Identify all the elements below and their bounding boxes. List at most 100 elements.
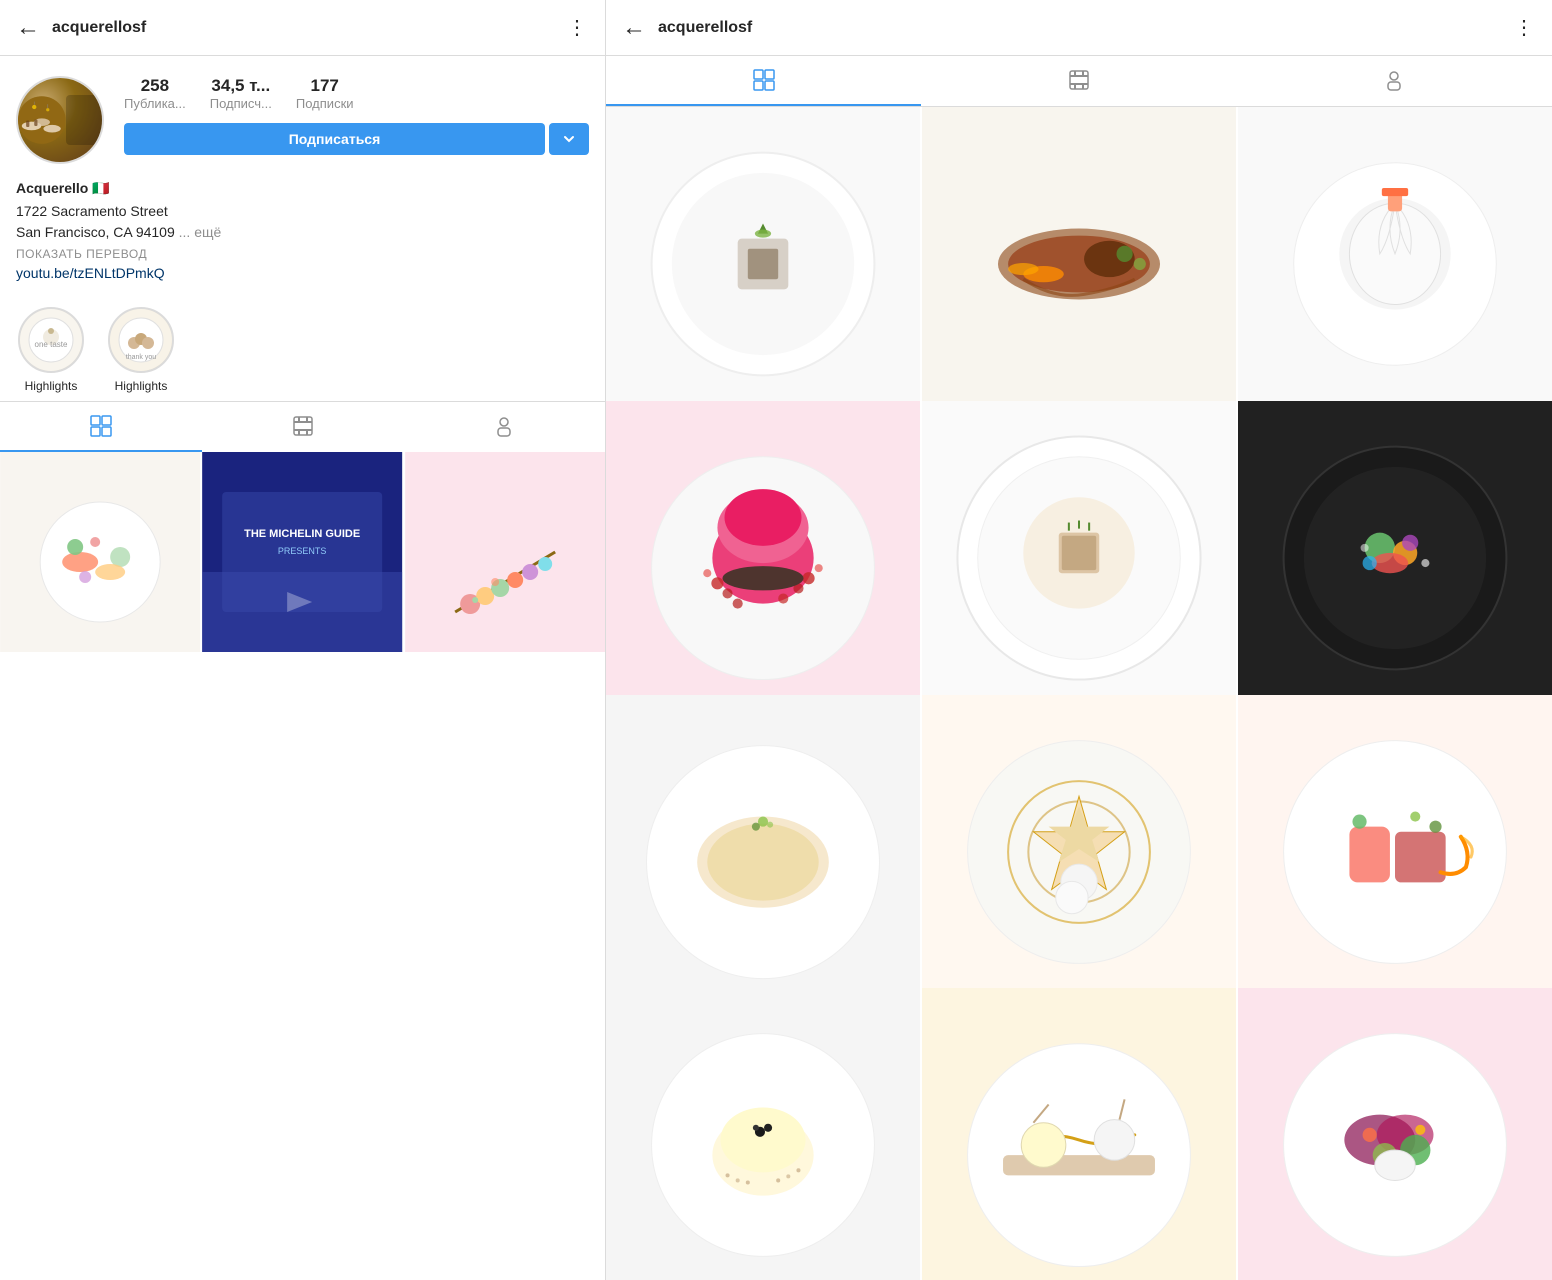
right-food-9 bbox=[1238, 695, 1552, 1009]
username-right: acquerellosf bbox=[658, 19, 1514, 37]
subscribe-button[interactable]: Подписаться bbox=[124, 123, 545, 155]
right-grid-cell-3[interactable] bbox=[1238, 107, 1552, 421]
food-photo-2: THE MICHELIN GUIDE PRESENTS bbox=[202, 452, 402, 652]
tab-reels-left[interactable] bbox=[202, 402, 404, 452]
bio-section: Acquerello 🇮🇹 1722 Sacramento Street San… bbox=[0, 176, 605, 295]
subscribe-row: Подписаться bbox=[124, 123, 589, 155]
right-food-10 bbox=[606, 988, 920, 1280]
highlight-image-1: one taste bbox=[20, 309, 82, 371]
left-photo-grid: THE MICHELIN GUIDE PRESENTS bbox=[0, 452, 605, 652]
stats-container: 258 Публика... 34,5 т... Подписч... 177 … bbox=[124, 76, 589, 155]
tab-grid-left[interactable] bbox=[0, 402, 202, 452]
profile-info: 258 Публика... 34,5 т... Подписч... 177 … bbox=[0, 56, 605, 176]
left-panel: ← acquerellosf ⋮ bbox=[0, 0, 606, 1280]
highlight-image-2: thank you bbox=[110, 309, 172, 371]
back-button-left[interactable]: ← bbox=[16, 14, 40, 42]
following-count: 177 bbox=[311, 76, 339, 96]
followers-label: Подписч... bbox=[210, 96, 272, 111]
right-grid-cell-4[interactable] bbox=[606, 401, 920, 715]
posts-label: Публика... bbox=[124, 96, 186, 111]
tagged-svg-right bbox=[1382, 68, 1406, 92]
tagged-svg-left bbox=[492, 414, 516, 438]
reels-icon-right bbox=[1067, 68, 1091, 92]
reels-icon-left bbox=[291, 414, 315, 438]
right-grid-cell-7[interactable] bbox=[606, 695, 920, 1009]
highlight-item-2[interactable]: thank you Highlights bbox=[106, 307, 176, 393]
right-grid-cell-2[interactable] bbox=[922, 107, 1236, 421]
food-photo-1 bbox=[0, 452, 200, 652]
avatar-image bbox=[18, 78, 102, 162]
left-tab-bar bbox=[0, 401, 605, 452]
left-grid-cell-1[interactable] bbox=[0, 452, 200, 652]
right-food-4 bbox=[606, 401, 920, 715]
highlight-item-1[interactable]: one taste Highlights bbox=[16, 307, 86, 393]
right-grid-cell-12[interactable] bbox=[1238, 988, 1552, 1280]
right-grid-cell-8[interactable] bbox=[922, 695, 1236, 1009]
left-grid-section: THE MICHELIN GUIDE PRESENTS bbox=[0, 452, 605, 1280]
grid-icon-right bbox=[752, 68, 776, 92]
right-tab-bar bbox=[606, 56, 1552, 107]
right-food-12 bbox=[1238, 988, 1552, 1280]
right-food-1 bbox=[606, 107, 920, 421]
grid-svg-left bbox=[89, 414, 113, 438]
svg-text:thank you: thank you bbox=[126, 354, 156, 361]
reels-svg-right bbox=[1067, 68, 1091, 92]
tab-tagged-right[interactable] bbox=[1237, 56, 1552, 106]
svg-text:PRESENTS: PRESENTS bbox=[278, 546, 327, 556]
dropdown-button[interactable] bbox=[549, 123, 589, 155]
right-grid-cell-10[interactable] bbox=[606, 988, 920, 1280]
right-food-7 bbox=[606, 695, 920, 1009]
stat-following[interactable]: 177 Подписки bbox=[296, 76, 354, 111]
tab-tagged-left[interactable] bbox=[403, 402, 605, 452]
back-button-right[interactable]: ← bbox=[622, 14, 646, 42]
right-grid-cell-9[interactable] bbox=[1238, 695, 1552, 1009]
highlights-section: one taste Highlights thank you Highli bbox=[0, 295, 605, 401]
highlight-circle-2: thank you bbox=[108, 307, 174, 373]
tagged-icon-right bbox=[1382, 68, 1406, 92]
username-left: acquerellosf bbox=[52, 19, 567, 37]
more-button-right[interactable]: ⋮ bbox=[1514, 15, 1536, 40]
right-food-8 bbox=[922, 695, 1236, 1009]
svg-text:THE MICHELIN GUIDE: THE MICHELIN GUIDE bbox=[244, 528, 360, 540]
right-photo-grid bbox=[606, 107, 1552, 1280]
right-food-3 bbox=[1238, 107, 1552, 421]
right-grid-cell-11[interactable] bbox=[922, 988, 1236, 1280]
right-panel: ← acquerellosf ⋮ bbox=[606, 0, 1552, 1280]
bio-more[interactable]: ... ещё bbox=[179, 224, 222, 240]
reels-svg-left bbox=[291, 414, 315, 438]
right-food-11 bbox=[922, 988, 1236, 1280]
bio-name: Acquerello 🇮🇹 bbox=[16, 180, 589, 197]
bio-link[interactable]: youtu.be/tzENLtDPmkQ bbox=[16, 265, 165, 281]
right-food-2 bbox=[922, 107, 1236, 421]
grid-icon-left bbox=[89, 414, 113, 438]
posts-count: 258 bbox=[141, 76, 169, 96]
right-food-6 bbox=[1238, 401, 1552, 715]
tab-reels-right[interactable] bbox=[921, 56, 1236, 106]
followers-count: 34,5 т... bbox=[211, 76, 270, 96]
left-grid-cell-2[interactable]: THE MICHELIN GUIDE PRESENTS bbox=[202, 452, 402, 652]
right-food-5 bbox=[922, 401, 1236, 715]
avatar[interactable] bbox=[16, 76, 104, 164]
right-grid-cell-6[interactable] bbox=[1238, 401, 1552, 715]
stat-followers[interactable]: 34,5 т... Подписч... bbox=[210, 76, 272, 111]
tagged-icon-left bbox=[492, 414, 516, 438]
left-grid-cell-3[interactable] bbox=[405, 452, 605, 652]
highlight-label-1: Highlights bbox=[25, 379, 78, 393]
more-button-left[interactable]: ⋮ bbox=[567, 15, 589, 40]
food-photo-3 bbox=[405, 452, 605, 652]
grid-svg-right bbox=[752, 68, 776, 92]
avatar-container bbox=[16, 76, 104, 164]
following-label: Подписки bbox=[296, 96, 354, 111]
stat-posts[interactable]: 258 Публика... bbox=[124, 76, 186, 111]
flag-emoji: 🇮🇹 bbox=[92, 180, 109, 196]
right-grid-cell-5[interactable] bbox=[922, 401, 1236, 715]
bio-address: 1722 Sacramento Street San Francisco, CA… bbox=[16, 201, 589, 243]
right-grid-cell-1[interactable] bbox=[606, 107, 920, 421]
tab-grid-right[interactable] bbox=[606, 56, 921, 106]
left-header: ← acquerellosf ⋮ bbox=[0, 0, 605, 56]
right-header: ← acquerellosf ⋮ bbox=[606, 0, 1552, 56]
bio-translate[interactable]: ПОКАЗАТЬ ПЕРЕВОД bbox=[16, 247, 589, 261]
stats-row: 258 Публика... 34,5 т... Подписч... 177 … bbox=[124, 76, 589, 111]
highlight-label-2: Highlights bbox=[115, 379, 168, 393]
chevron-down-icon bbox=[561, 131, 577, 147]
